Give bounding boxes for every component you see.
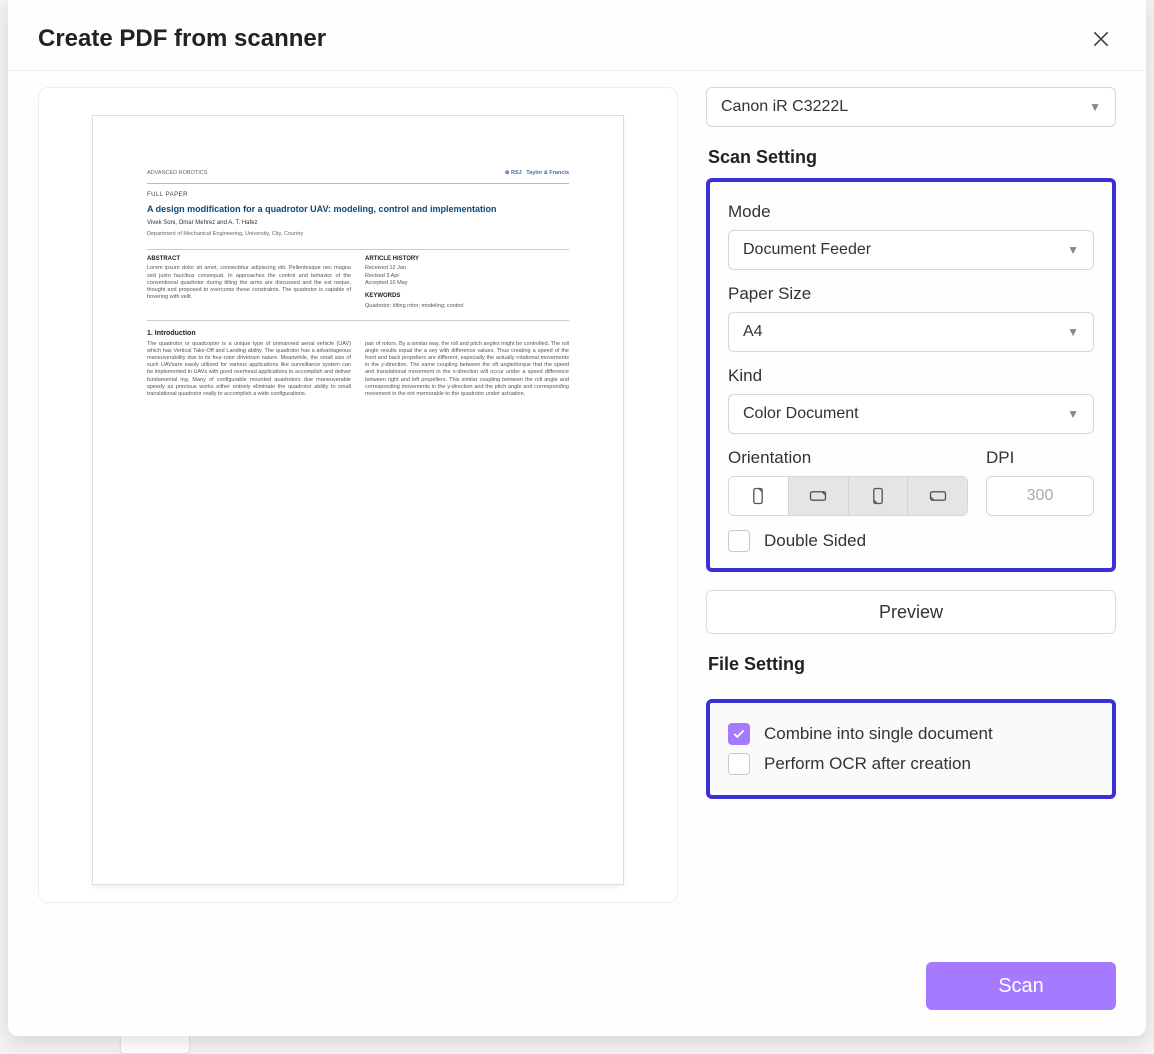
kind-select[interactable]: Color Document ▼ bbox=[728, 394, 1094, 434]
chevron-down-icon: ▼ bbox=[1067, 407, 1079, 421]
chevron-down-icon: ▼ bbox=[1067, 325, 1079, 339]
combine-checkbox[interactable] bbox=[728, 723, 750, 745]
orientation-segmented bbox=[728, 476, 968, 516]
dpi-label: DPI bbox=[986, 448, 1094, 468]
file-setting-heading: File Setting bbox=[708, 654, 1116, 675]
dpi-input[interactable] bbox=[986, 476, 1094, 516]
close-icon bbox=[1091, 29, 1111, 49]
paper-size-value: A4 bbox=[743, 323, 763, 341]
ocr-label: Perform OCR after creation bbox=[764, 754, 971, 774]
double-sided-label: Double Sided bbox=[764, 531, 866, 551]
chevron-down-icon: ▼ bbox=[1089, 100, 1101, 114]
file-setting-group: Combine into single document Perform OCR… bbox=[706, 699, 1116, 799]
orientation-landscape-flip[interactable] bbox=[908, 477, 967, 515]
scanner-select[interactable]: Canon iR C3222L ▼ bbox=[706, 87, 1116, 127]
create-pdf-dialog: Create PDF from scanner ADVANCED ROBOTIC… bbox=[8, 0, 1146, 1036]
orientation-label: Orientation bbox=[728, 448, 968, 468]
preview-button[interactable]: Preview bbox=[706, 590, 1116, 634]
chevron-down-icon: ▼ bbox=[1067, 243, 1079, 257]
scan-setting-group: Mode Document Feeder ▼ Paper Size A4 ▼ K… bbox=[706, 178, 1116, 572]
paper-size-label: Paper Size bbox=[728, 284, 1094, 304]
scanner-select-value: Canon iR C3222L bbox=[721, 98, 848, 116]
paper-title: A design modification for a quadrotor UA… bbox=[147, 204, 569, 216]
scan-preview-pane: ADVANCED ROBOTICS ⊕ RSJ Taylor & Francis… bbox=[38, 87, 678, 903]
double-sided-checkbox[interactable] bbox=[728, 530, 750, 552]
orientation-portrait-flip[interactable] bbox=[849, 477, 909, 515]
settings-pane: Canon iR C3222L ▼ Scan Setting Mode Docu… bbox=[706, 87, 1116, 938]
orientation-landscape[interactable] bbox=[789, 477, 849, 515]
mode-select-value: Document Feeder bbox=[743, 241, 871, 259]
mode-label: Mode bbox=[728, 202, 1094, 222]
paper-intro-heading: 1. Introduction bbox=[147, 329, 569, 338]
landscape-flip-icon bbox=[928, 486, 948, 506]
paper-section-label: FULL PAPER bbox=[147, 192, 569, 200]
orientation-portrait[interactable] bbox=[729, 477, 789, 515]
scanned-page-preview: ADVANCED ROBOTICS ⊕ RSJ Taylor & Francis… bbox=[93, 116, 623, 884]
dialog-footer: Scan bbox=[8, 938, 1146, 1036]
dialog-header: Create PDF from scanner bbox=[8, 0, 1146, 71]
portrait-icon bbox=[748, 486, 768, 506]
combine-label: Combine into single document bbox=[764, 724, 993, 744]
dialog-title: Create PDF from scanner bbox=[38, 25, 1086, 53]
ocr-checkbox[interactable] bbox=[728, 753, 750, 775]
portrait-flip-icon bbox=[868, 486, 888, 506]
kind-select-value: Color Document bbox=[743, 405, 859, 423]
scan-button[interactable]: Scan bbox=[926, 962, 1116, 1010]
paper-size-select[interactable]: A4 ▼ bbox=[728, 312, 1094, 352]
landscape-icon bbox=[808, 486, 828, 506]
kind-label: Kind bbox=[728, 366, 1094, 386]
check-icon bbox=[732, 727, 746, 741]
close-button[interactable] bbox=[1086, 24, 1116, 54]
scan-setting-heading: Scan Setting bbox=[708, 147, 1116, 168]
mode-select[interactable]: Document Feeder ▼ bbox=[728, 230, 1094, 270]
